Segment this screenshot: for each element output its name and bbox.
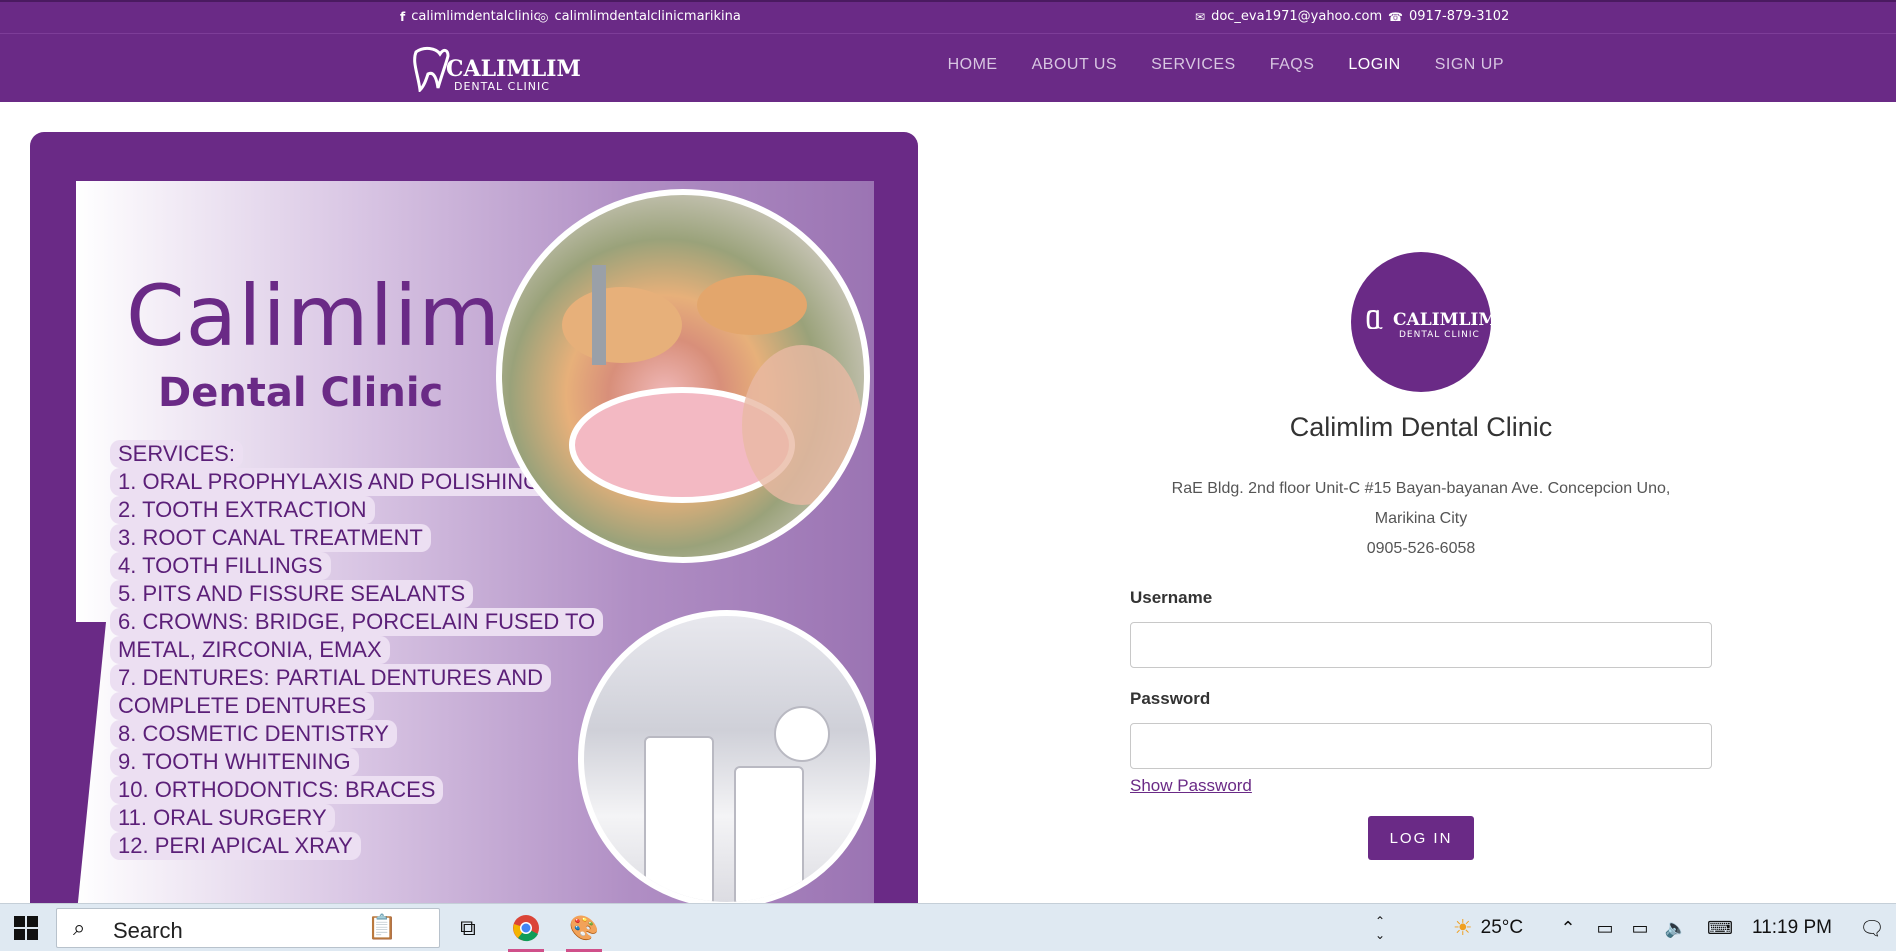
phone-number: 0917-879-3102 xyxy=(1408,9,1510,24)
service-item: 8. COSMETIC DENTISTRY xyxy=(110,720,397,748)
camera-icon: ▭ xyxy=(1596,917,1614,938)
task-view-icon: ⧉ xyxy=(460,915,476,940)
service-item: 1. ORAL PROPHYLAXIS AND POLISHING xyxy=(110,468,549,496)
service-item: METAL, ZIRCONIA, EMAX xyxy=(110,636,390,664)
nav-menu: HOME ABOUT US SERVICES FAQS LOGIN SIGN U… xyxy=(948,56,1504,74)
notification-center[interactable]: 🗨 xyxy=(1852,904,1892,952)
service-item: 3. ROOT CANAL TREATMENT xyxy=(110,524,431,552)
login-panel: ᥲ CALIMLIM DENTAL CLINIC Calimlim Dental… xyxy=(1000,102,1840,902)
service-item: 10. ORTHODONTICS: BRACES xyxy=(110,776,444,804)
envelope-icon: ✉ xyxy=(1195,9,1206,24)
dentures-photo xyxy=(496,189,870,563)
password-label: Password xyxy=(1130,689,1211,708)
logo-brand: CALIMLIM xyxy=(446,56,581,82)
nav-login[interactable]: LOGIN xyxy=(1348,56,1400,74)
speaker-icon: 🔈 xyxy=(1664,917,1688,938)
instagram-icon: ◎ xyxy=(538,9,549,24)
nav-home[interactable]: HOME xyxy=(948,56,998,74)
weather-widget[interactable]: ☀ 25°C xyxy=(1438,904,1538,952)
taskbar-search[interactable]: ⌕ Search 📋 xyxy=(56,908,440,948)
tooth-icon: ᥲ xyxy=(1365,298,1384,338)
facebook-icon: f xyxy=(400,9,406,24)
task-view-button[interactable]: ⧉ xyxy=(448,904,488,952)
keyboard-indicator[interactable]: ⌨ xyxy=(1700,904,1740,952)
search-icon: ⌕ xyxy=(73,915,86,940)
weather-sun-icon: ☀ xyxy=(1452,915,1473,940)
chevron-up-icon: ⌃ xyxy=(1374,914,1386,928)
clinic-name: Calimlim Dental Clinic xyxy=(1289,412,1553,442)
facebook-handle: calimlimdentalclinic xyxy=(411,9,541,24)
service-item: 7. DENTURES: PARTIAL DENTURES AND xyxy=(110,664,552,692)
nav-about-us[interactable]: ABOUT US xyxy=(1032,56,1118,74)
chevron-down-icon: ⌄ xyxy=(1374,928,1386,942)
chrome-taskbar-app[interactable] xyxy=(504,904,548,952)
promo-corner-cut xyxy=(76,622,106,906)
paint-icon: 🎨 xyxy=(569,914,599,942)
clinic-avatar: ᥲ CALIMLIM DENTAL CLINIC xyxy=(1351,252,1497,392)
keyboard-icon: ⌨ xyxy=(1707,917,1733,938)
phone-link[interactable]: ☎ 0917-879-3102 xyxy=(1388,9,1509,24)
volume-control[interactable]: 🔈 xyxy=(1660,904,1692,952)
login-button[interactable]: LOG IN xyxy=(1368,816,1474,860)
show-hidden-icons[interactable]: ⌃ xyxy=(1552,904,1584,952)
search-highlight-icon: 📋 xyxy=(367,914,397,941)
services-heading: SERVICES: xyxy=(110,440,243,468)
clock-time: 11:19 PM xyxy=(1752,917,1832,938)
scroll-arrows[interactable]: ⌃ ⌄ xyxy=(1368,904,1392,952)
chrome-icon xyxy=(513,915,539,942)
site-logo[interactable]: CALIMLIM DENTAL CLINIC xyxy=(410,44,581,94)
weather-temperature: 25°C xyxy=(1480,917,1524,938)
service-item: 9. TOOTH WHITENING xyxy=(110,748,359,776)
email-address: doc_eva1971@yahoo.com xyxy=(1211,9,1383,24)
notification-icon: 🗨 xyxy=(1859,917,1885,940)
service-item: 4. TOOTH FILLINGS xyxy=(110,552,331,580)
chevron-up-icon: ⌃ xyxy=(1560,917,1576,938)
service-item: 12. PERI APICAL XRAY xyxy=(110,832,361,860)
clock[interactable]: 11:19 PM xyxy=(1748,904,1836,952)
avatar-brand: CALIMLIM xyxy=(1393,310,1498,330)
nav-sign-up[interactable]: SIGN UP xyxy=(1435,56,1504,74)
service-item: COMPLETE DENTURES xyxy=(110,692,375,720)
search-placeholder: Search xyxy=(113,918,183,943)
dentures-illustration xyxy=(562,265,862,505)
battery-icon: ▭ xyxy=(1631,917,1649,938)
email-link[interactable]: ✉ doc_eva1971@yahoo.com xyxy=(1195,9,1382,24)
service-item: 2. TOOTH EXTRACTION xyxy=(110,496,375,524)
machine-left xyxy=(644,736,714,902)
clinic-address: RaE Bldg. 2nd floor Unit-C #15 Bayan-bay… xyxy=(1000,474,1842,564)
clinic-phone: 0905-526-6058 xyxy=(1366,540,1476,557)
service-item: 5. PITS AND FISSURE SEALANTS xyxy=(110,580,474,608)
machine-right xyxy=(734,766,804,902)
nav-services[interactable]: SERVICES xyxy=(1151,56,1236,74)
top-info-bar: f calimlimdentalclinic ◎ calimlimdentalc… xyxy=(0,0,1896,34)
xray-machine-photo xyxy=(578,610,876,906)
service-item: 11. ORAL SURGERY xyxy=(110,804,335,832)
username-label: Username xyxy=(1130,588,1213,607)
windows-taskbar: ⌕ Search 📋 ⧉ 🎨 ⌃ ⌄ ☀ 25°C ⌃ ▭ ▭ 🔈 ⌨ 11:1… xyxy=(0,903,1896,952)
address-line-2: Marikina City xyxy=(1374,510,1468,527)
xray-head xyxy=(774,706,830,762)
instagram-handle: calimlimdentalclinicmarikina xyxy=(554,9,741,24)
password-field[interactable] xyxy=(1130,723,1712,769)
battery-indicator[interactable]: ▭ xyxy=(1624,904,1656,952)
phone-icon: ☎ xyxy=(1388,9,1403,24)
start-button[interactable] xyxy=(0,904,52,952)
promo-title: Calimlim xyxy=(126,267,502,365)
meet-now-button[interactable]: ▭ xyxy=(1590,904,1620,952)
avatar-subtitle: DENTAL CLINIC xyxy=(1399,330,1480,340)
show-password-link[interactable]: Show Password xyxy=(1130,776,1252,796)
paint-taskbar-app[interactable]: 🎨 xyxy=(562,904,606,952)
navbar: CALIMLIM DENTAL CLINIC HOME ABOUT US SER… xyxy=(0,34,1896,102)
promo-banner: Calimlim Dental Clinic SERVICES: 1. ORAL… xyxy=(30,132,918,906)
instagram-link[interactable]: ◎ calimlimdentalclinicmarikina xyxy=(538,9,741,24)
promo-subtitle: Dental Clinic xyxy=(158,370,444,416)
nav-faqs[interactable]: FAQS xyxy=(1270,56,1315,74)
facebook-link[interactable]: f calimlimdentalclinic xyxy=(400,9,541,24)
address-line-1: RaE Bldg. 2nd floor Unit-C #15 Bayan-bay… xyxy=(1171,480,1671,497)
service-item: 6. CROWNS: BRIDGE, PORCELAIN FUSED TO xyxy=(110,608,604,636)
tooth-logo-icon xyxy=(413,46,450,92)
windows-logo-icon xyxy=(14,916,38,940)
username-field[interactable] xyxy=(1130,622,1712,668)
logo-subtitle: DENTAL CLINIC xyxy=(454,80,550,93)
